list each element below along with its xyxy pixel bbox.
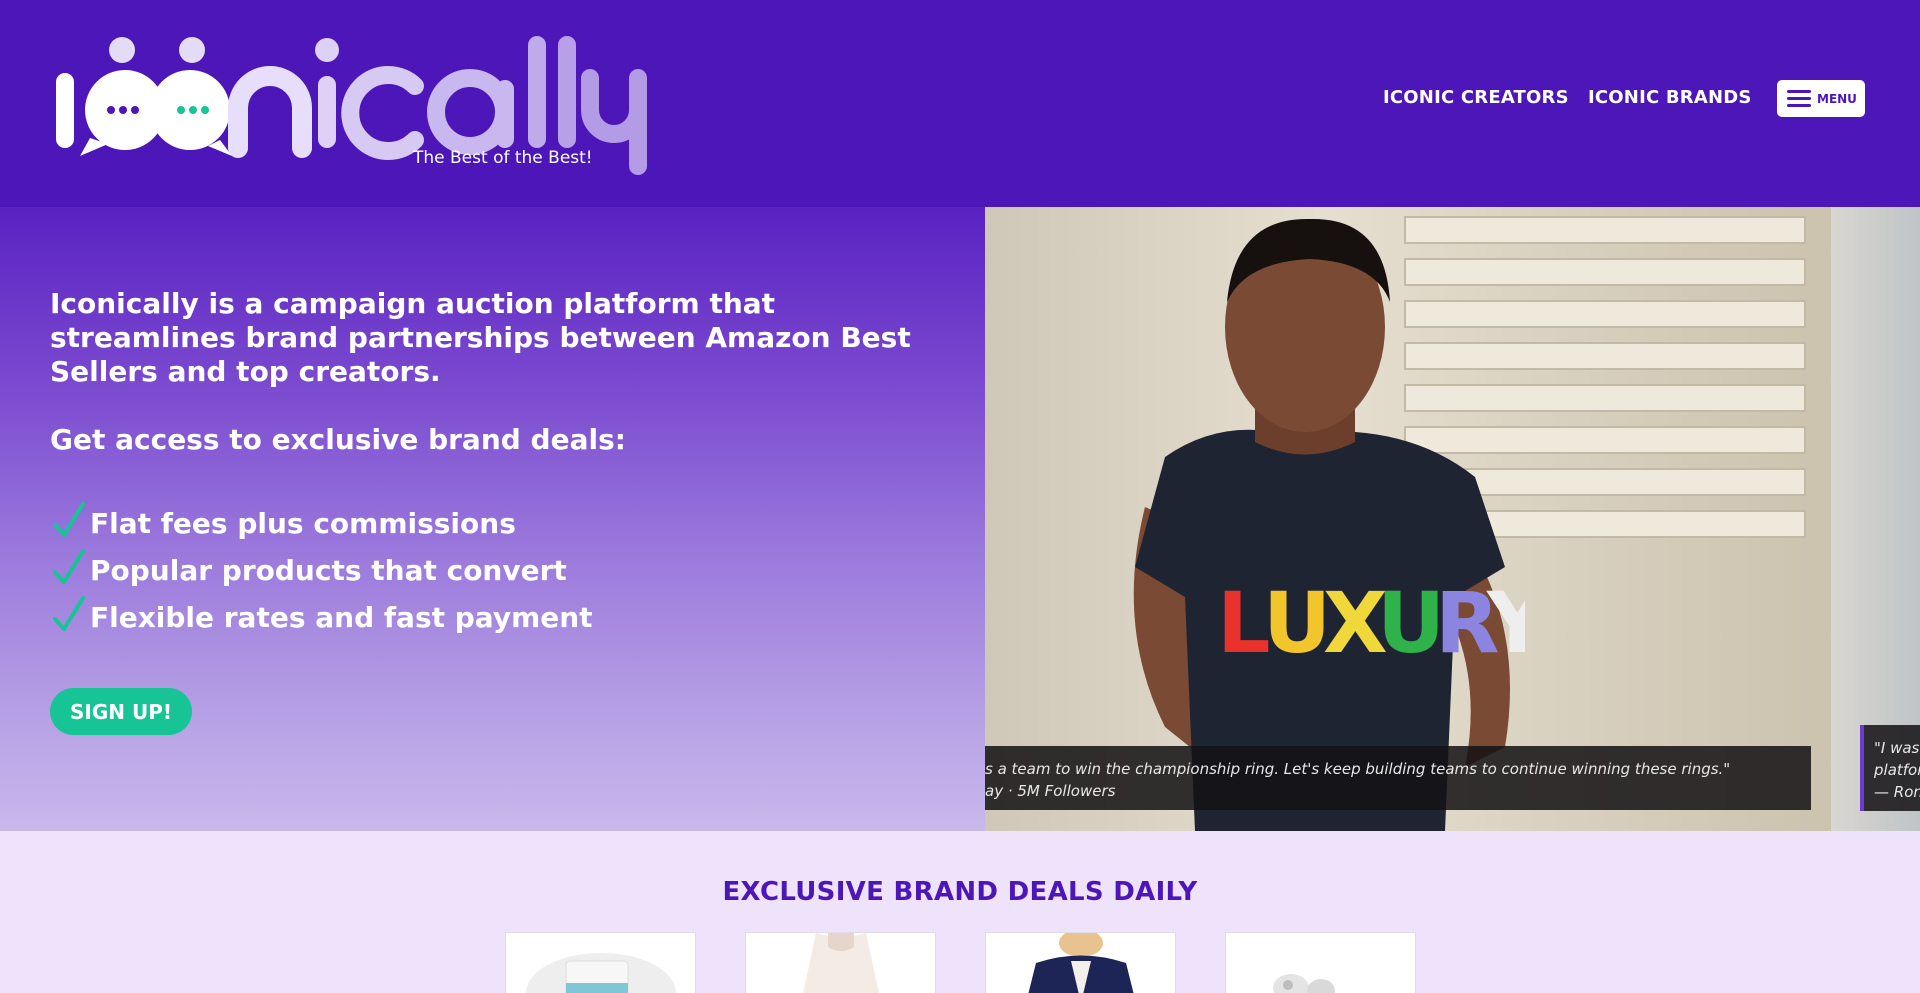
earbuds-product-image [1273,974,1335,993]
next-testimonial-quote-line: platfor [1874,761,1920,779]
product-card-sweater[interactable] [745,932,936,993]
product-card-skincare[interactable] [505,932,696,993]
brand-deals-section: EXCLUSIVE BRAND DEALS DAILY [0,831,1920,993]
nav-link-iconic-creators[interactable]: ICONIC CREATORS [1383,87,1569,108]
testimonial-caption: s a team to win the championship ring. L… [985,746,1811,810]
hamburger-icon [1787,89,1811,109]
hero-section: Iconically is a campaign auction platfor… [0,207,985,831]
benefit-item: Flat fees plus commissions [50,494,593,541]
testimonial-quote: s a team to win the championship ring. L… [985,760,1731,778]
hero-subheading: Get access to exclusive brand deals: [50,423,626,456]
sign-up-button[interactable]: SIGN UP! [50,688,192,735]
next-testimonial-author: — Roni [1874,783,1920,801]
blazer-product-image [1028,933,1134,993]
next-testimonial-caption: "I was v platfor — Roni [1860,725,1920,811]
svg-text:Y: Y [1486,574,1525,672]
testimonial-slider[interactable]: L U X U R Y s a team to win the champion… [985,207,1920,831]
hero-intro-text: Iconically is a campaign auction platfor… [50,287,911,388]
svg-text:U: U [1263,574,1331,672]
checkmark-icon [50,548,90,588]
menu-button[interactable]: MENU [1777,80,1865,117]
benefit-text: Flat fees plus commissions [90,507,516,540]
nav-link-iconic-brands[interactable]: ICONIC BRANDS [1588,87,1752,108]
sweater-product-image [803,933,879,993]
benefit-text: Popular products that convert [90,554,567,587]
logo-tagline: The Best of the Best! [413,148,593,168]
benefit-item: Flexible rates and fast payment [50,588,593,635]
skincare-product-image [526,953,676,993]
checkmark-icon [50,501,90,541]
testimonial-slide: L U X U R Y s a team to win the champion… [985,207,1831,831]
product-card-blazer[interactable] [985,932,1176,993]
deals-heading: EXCLUSIVE BRAND DEALS DAILY [722,877,1198,907]
testimonial-author: ay · 5M Followers [985,782,1116,800]
next-testimonial-quote-line: "I was v [1874,739,1920,757]
benefit-list: Flat fees plus commissions Popular produ… [50,494,593,635]
checkmark-icon [50,595,90,635]
product-card-earbuds[interactable] [1225,932,1416,993]
benefit-text: Flexible rates and fast payment [90,601,593,634]
benefit-item: Popular products that convert [50,541,593,588]
site-header: The Best of the Best! ICONIC CREATORS IC… [0,0,1920,207]
iconically-logo[interactable]: The Best of the Best! [50,28,660,178]
menu-button-label: MENU [1817,91,1857,106]
creator-photo: L U X U R Y [1133,218,1525,831]
